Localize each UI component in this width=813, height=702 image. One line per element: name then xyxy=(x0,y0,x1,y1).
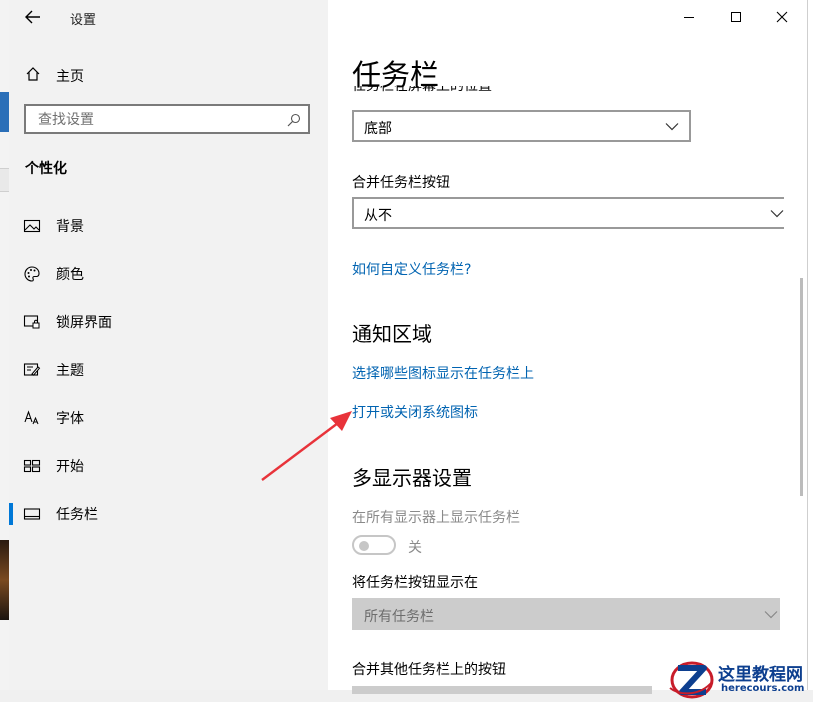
palette-icon xyxy=(24,266,40,282)
sidebar-item-label: 字体 xyxy=(56,411,84,427)
watermark-subtitle: herecours.com xyxy=(721,683,805,694)
back-arrow-icon xyxy=(25,10,40,24)
watermark-logo-icon xyxy=(669,661,714,699)
home-label: 主页 xyxy=(56,69,84,85)
chevron-down-icon xyxy=(665,123,679,131)
combine-other-label: 合并其他任务栏上的按钮 xyxy=(352,662,506,678)
sidebar-item-lock-screen[interactable]: 锁屏界面 xyxy=(9,302,328,342)
system-icons-link[interactable]: 打开或关闭系统图标 xyxy=(352,402,478,422)
toggle-state-label: 关 xyxy=(408,540,422,556)
sidebar-item-label: 任务栏 xyxy=(56,507,98,523)
minimize-button[interactable] xyxy=(666,2,712,32)
sidebar-item-themes[interactable]: 主题 xyxy=(9,350,328,390)
dropdown-value: 所有任务栏 xyxy=(364,609,434,625)
background-window xyxy=(0,0,9,702)
search-box[interactable] xyxy=(24,104,310,134)
maximize-icon xyxy=(731,12,741,22)
sidebar-item-colors[interactable]: 颜色 xyxy=(9,254,328,294)
maximize-button[interactable] xyxy=(713,2,759,32)
sidebar-item-label: 锁屏界面 xyxy=(56,315,112,331)
show-on-all-displays-label: 在所有显示器上显示任务栏 xyxy=(352,510,520,526)
watermark: 这里教程网 herecours.com xyxy=(666,658,813,702)
sidebar-item-taskbar[interactable]: 任务栏 xyxy=(9,494,328,534)
position-label-partial: 任务栏在屏幕上的位置 xyxy=(352,86,492,94)
help-link[interactable]: 如何自定义任务栏? xyxy=(352,259,471,279)
start-icon xyxy=(23,459,41,473)
lock-screen-icon xyxy=(23,315,40,329)
watermark-title: 这里教程网 xyxy=(718,665,803,685)
sidebar-item-background[interactable]: 背景 xyxy=(9,206,328,246)
sidebar-item-label: 背景 xyxy=(56,219,84,235)
chevron-down-icon xyxy=(764,611,778,619)
search-icon[interactable] xyxy=(287,113,301,127)
home-icon xyxy=(26,67,40,81)
combine-buttons-dropdown[interactable]: 从不 xyxy=(352,197,784,229)
combine-other-dropdown[interactable] xyxy=(352,686,652,694)
dropdown-value: 底部 xyxy=(364,121,392,137)
sidebar-home[interactable]: 主页 xyxy=(9,60,328,90)
annotation-arrow-icon xyxy=(261,411,352,481)
minimize-icon xyxy=(684,17,694,18)
multi-display-heading: 多显示器设置 xyxy=(352,466,472,490)
sidebar-section-title: 个性化 xyxy=(25,161,67,177)
taskbar-position-dropdown[interactable]: 底部 xyxy=(352,110,691,142)
taskbar-icon xyxy=(23,508,41,520)
window-title: 设置 xyxy=(70,13,97,28)
scrollbar-thumb[interactable] xyxy=(800,278,803,496)
font-icon xyxy=(24,410,39,425)
search-input[interactable] xyxy=(36,110,280,130)
notification-area-heading: 通知区域 xyxy=(352,322,432,346)
sidebar-item-label: 颜色 xyxy=(56,267,84,283)
sidebar-item-label: 开始 xyxy=(56,459,84,475)
show-buttons-dropdown[interactable]: 所有任务栏 xyxy=(352,598,780,630)
combine-buttons-label: 合并任务栏按钮 xyxy=(352,175,450,191)
close-icon xyxy=(776,11,788,23)
back-button[interactable] xyxy=(20,4,46,30)
sidebar-item-label: 主题 xyxy=(56,363,84,379)
dropdown-value: 从不 xyxy=(364,208,392,224)
close-button[interactable] xyxy=(759,2,805,32)
show-buttons-label: 将任务栏按钮显示在 xyxy=(352,575,478,591)
theme-icon xyxy=(23,363,41,376)
image-icon xyxy=(23,219,41,233)
chevron-down-icon xyxy=(770,210,784,218)
select-taskbar-icons-link[interactable]: 选择哪些图标显示在任务栏上 xyxy=(352,363,534,383)
show-on-all-displays-toggle[interactable] xyxy=(352,535,396,555)
